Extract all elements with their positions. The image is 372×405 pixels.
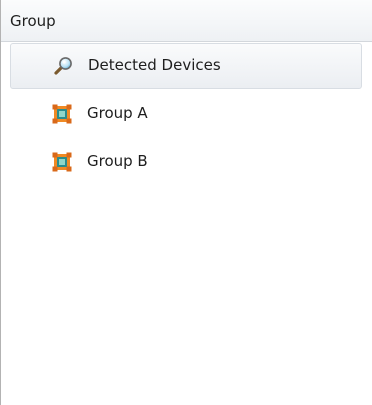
- tree-item-group-b[interactable]: Group B: [1, 138, 372, 186]
- tree-item-detected-devices[interactable]: Detected Devices: [10, 43, 362, 89]
- tree-item-label: Detected Devices: [88, 56, 221, 74]
- group-header-label: Group: [10, 12, 56, 30]
- group-icon: [52, 152, 72, 172]
- group-tree: Detected Devices Group A Group B: [1, 42, 372, 186]
- tree-item-group-a[interactable]: Group A: [1, 90, 372, 138]
- group-column-header[interactable]: Group: [1, 0, 372, 42]
- group-icon: [52, 104, 72, 124]
- tree-item-label: Group B: [87, 152, 148, 170]
- tree-item-label: Group A: [87, 104, 148, 122]
- group-panel: Group Detected Devices Group A Group B: [0, 0, 372, 405]
- search-icon: [53, 56, 73, 76]
